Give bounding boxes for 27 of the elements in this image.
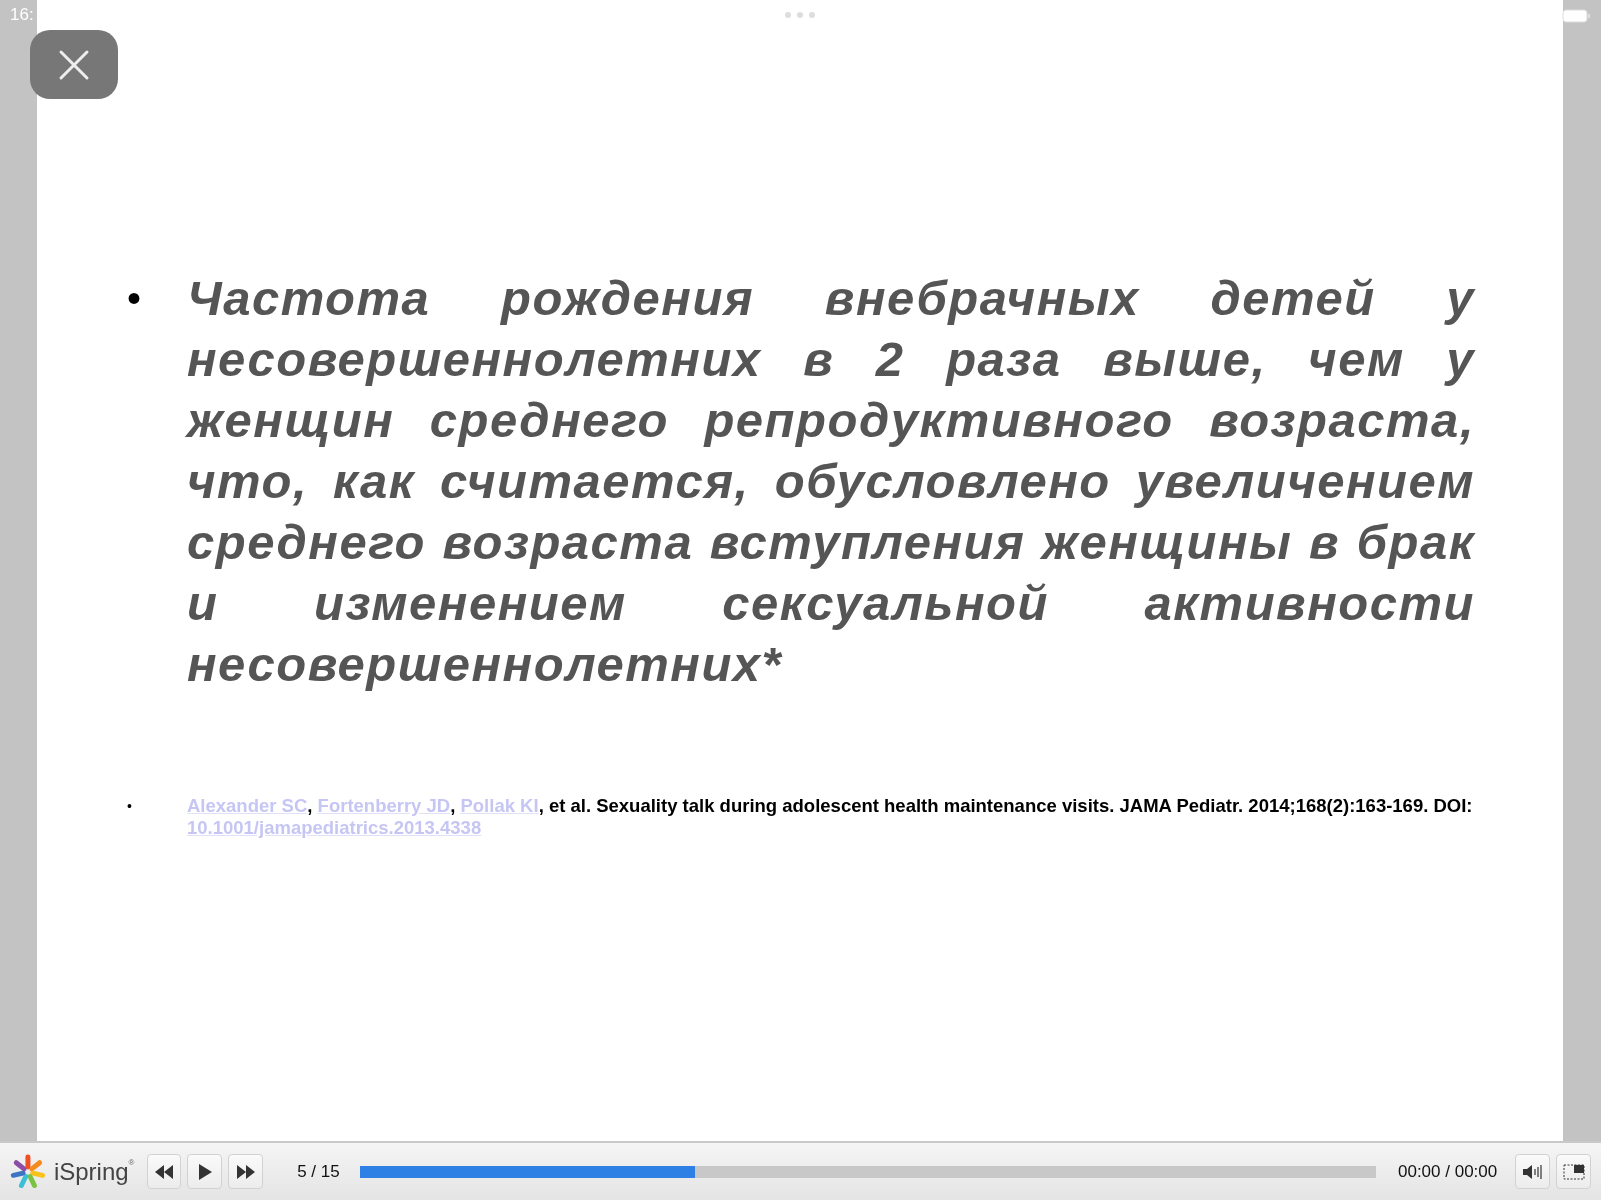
brand-name: iSpring®	[53, 1157, 135, 1186]
close-button[interactable]	[30, 30, 118, 99]
play-button[interactable]	[187, 1154, 223, 1189]
fullscreen-button[interactable]	[1556, 1154, 1591, 1189]
close-icon	[58, 48, 90, 81]
more-dots-icon[interactable]	[784, 11, 816, 19]
citation-link[interactable]: Fortenberry JD	[317, 795, 451, 816]
progress-track[interactable]	[359, 1165, 1376, 1178]
citation-text: Alexander SC, Fortenberry JD, Pollak KI, et al. Sexuality talk during adolescent health maintenance visits. JAMA Pediatr. 2014;168(2):163-169. DOI: 10.1001/jamapediatrics.2013.4338	[187, 795, 1474, 839]
logo-icon	[10, 1153, 46, 1190]
bullet-point: •	[127, 797, 133, 816]
slide-counter: 5 / 15	[297, 1161, 340, 1182]
rewind-button[interactable]	[146, 1154, 182, 1189]
speaker-icon	[1522, 1163, 1543, 1180]
volume-button[interactable]	[1515, 1154, 1551, 1189]
fullscreen-icon	[1562, 1163, 1585, 1180]
citation-link[interactable]: 10.1001/jamapediatrics.2013.4338	[187, 817, 482, 838]
bullet-point: •	[127, 275, 142, 322]
play-icon	[197, 1163, 212, 1180]
status-time: 16:	[10, 5, 34, 25]
playback-time: 00:00 / 00:00	[1397, 1161, 1498, 1182]
fast-forward-icon	[236, 1164, 255, 1179]
forward-button[interactable]	[228, 1154, 264, 1189]
rewind-icon	[154, 1164, 173, 1179]
citation-link[interactable]: Alexander SC	[187, 795, 308, 816]
citation-link[interactable]: Pollak KI	[460, 795, 539, 816]
slide-text: Частота рождения внебрачных детей у несовершеннолетних в 2 раза выше, чем у женщин среднего репродуктивного возраста, что, как считается, обусловлено увеличением среднего возраста вступления женщины в брак и изменением сексуальной активности несовершеннолетних*	[187, 270, 1475, 693]
